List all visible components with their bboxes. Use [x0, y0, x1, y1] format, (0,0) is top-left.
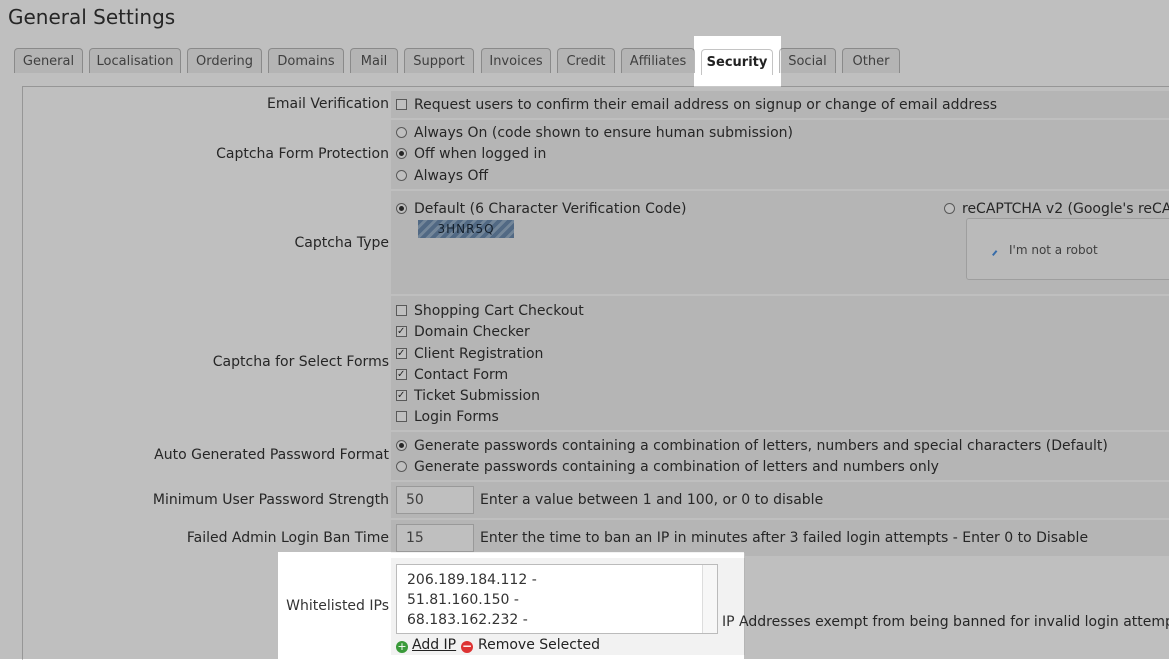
form-shopping-cart-option[interactable]: Shopping Cart Checkout — [396, 302, 584, 320]
tab-localisation[interactable]: Localisation — [89, 48, 181, 73]
recaptcha-v2-radio[interactable] — [944, 203, 955, 214]
whitelisted-ips-list[interactable]: 206.189.184.112 - 51.81.160.150 - 68.183… — [396, 564, 718, 634]
dim-overlay — [0, 0, 1169, 36]
tab-ordering[interactable]: Ordering — [187, 48, 262, 73]
whitelisted-ip-item[interactable]: 68.183.162.232 - — [407, 610, 717, 630]
failed-login-ban-label: Failed Admin Login Ban Time — [186, 530, 389, 546]
add-ip-link[interactable]: + Add IP — [396, 637, 456, 653]
email-verification-checkbox[interactable] — [396, 99, 407, 110]
min-password-strength-hint: Enter a value between 1 and 100, or 0 to… — [480, 492, 824, 508]
captcha-off-logged-in-radio[interactable] — [396, 148, 407, 159]
form-contact-option[interactable]: Contact Form — [396, 366, 508, 384]
row-captcha-select-forms: Captcha for Select Forms Shopping Cart C… — [23, 296, 1169, 430]
recaptcha-widget[interactable]: I'm not a robot — [966, 218, 1169, 280]
recaptcha-widget-text: I'm not a robot — [1009, 243, 1098, 257]
row-captcha-form-protection: Captcha Form Protection Always On (code … — [23, 120, 1169, 189]
password-format-alnum-option[interactable]: Generate passwords containing a combinat… — [396, 458, 939, 476]
failed-login-ban-input[interactable]: 15 — [396, 524, 474, 552]
password-format-special-option[interactable]: Generate passwords containing a combinat… — [396, 437, 1108, 455]
failed-login-ban-hint: Enter the time to ban an IP in minutes a… — [480, 530, 1089, 546]
captcha-default-option[interactable]: Default (6 Character Verification Code) — [396, 200, 686, 218]
email-verification-option[interactable]: Request users to confirm their email add… — [396, 96, 997, 114]
password-format-alnum-radio[interactable] — [396, 461, 407, 472]
form-domain-checker-option[interactable]: Domain Checker — [396, 323, 530, 341]
tab-credit[interactable]: Credit — [557, 48, 615, 73]
min-password-strength-label: Minimum User Password Strength — [152, 492, 389, 508]
form-client-registration-option[interactable]: Client Registration — [396, 345, 543, 363]
captcha-form-protection-label: Captcha Form Protection — [216, 146, 389, 162]
captcha-off-logged-in-option[interactable]: Off when logged in — [396, 145, 546, 163]
page-title: General Settings — [8, 5, 176, 29]
captcha-always-off-option[interactable]: Always Off — [396, 167, 488, 185]
row-min-password-strength: Minimum User Password Strength 50 Enter … — [23, 482, 1169, 518]
dim-overlay — [781, 36, 1169, 87]
recaptcha-v2-option[interactable]: reCAPTCHA v2 (Google's reCAPT — [944, 200, 1169, 218]
tab-affiliates[interactable]: Affiliates — [621, 48, 695, 73]
form-ticket-submission-option[interactable]: Ticket Submission — [396, 387, 540, 405]
row-email-verification: Email Verification Request users to conf… — [23, 91, 1169, 118]
whitelisted-ip-item[interactable]: 51.81.160.150 - — [407, 590, 717, 610]
form-contact-checkbox[interactable] — [396, 366, 407, 384]
tab-social[interactable]: Social — [779, 48, 836, 73]
remove-selected-link[interactable]: − Remove Selected — [461, 637, 600, 653]
min-password-strength-input[interactable]: 50 — [396, 486, 474, 514]
row-failed-login-ban: Failed Admin Login Ban Time 15 Enter the… — [23, 520, 1169, 556]
whitelisted-ips-scrollbar[interactable] — [702, 565, 717, 633]
row-password-format: Auto Generated Password Format Generate … — [23, 432, 1169, 480]
form-client-registration-checkbox[interactable] — [396, 345, 407, 363]
password-format-special-radio[interactable] — [396, 440, 407, 451]
whitelisted-ip-item[interactable]: 206.189.184.112 - — [407, 570, 717, 590]
form-domain-checker-checkbox[interactable] — [396, 323, 407, 341]
tab-invoices[interactable]: Invoices — [481, 48, 551, 73]
captcha-code-image: 3HNR5Q — [418, 220, 514, 238]
row-whitelisted-ips: Whitelisted IPs 206.189.184.112 - 51.81.… — [23, 553, 1169, 660]
captcha-always-on-radio[interactable] — [396, 127, 407, 138]
row-captcha-type: Captcha Type Default (6 Character Verifi… — [23, 191, 1169, 294]
whitelisted-ips-hint: IP Addresses exempt from being banned fo… — [722, 614, 1169, 630]
form-login-option[interactable]: Login Forms — [396, 408, 499, 426]
captcha-type-label: Captcha Type — [294, 235, 390, 251]
tab-domains[interactable]: Domains — [268, 48, 344, 73]
password-format-label: Auto Generated Password Format — [154, 447, 389, 463]
form-login-checkbox[interactable] — [396, 411, 407, 422]
captcha-select-forms-label: Captcha for Select Forms — [212, 354, 389, 370]
recaptcha-spinner-icon — [992, 250, 1002, 260]
tab-mail[interactable]: Mail — [350, 48, 398, 73]
tab-security[interactable]: Security — [701, 49, 773, 75]
captcha-default-radio[interactable] — [396, 203, 407, 214]
security-settings-panel: Email Verification Request users to conf… — [22, 86, 1169, 660]
captcha-always-on-option[interactable]: Always On (code shown to ensure human su… — [396, 124, 793, 142]
form-ticket-submission-checkbox[interactable] — [396, 387, 407, 405]
add-icon: + — [396, 640, 408, 653]
email-verification-label: Email Verification — [267, 96, 389, 112]
tab-other[interactable]: Other — [842, 48, 900, 73]
captcha-always-off-radio[interactable] — [396, 170, 407, 181]
tab-support[interactable]: Support — [404, 48, 474, 73]
form-shopping-cart-checkbox[interactable] — [396, 305, 407, 316]
remove-icon: − — [461, 639, 473, 653]
tab-general[interactable]: General — [14, 48, 83, 73]
whitelisted-ips-label: Whitelisted IPs — [286, 598, 389, 614]
